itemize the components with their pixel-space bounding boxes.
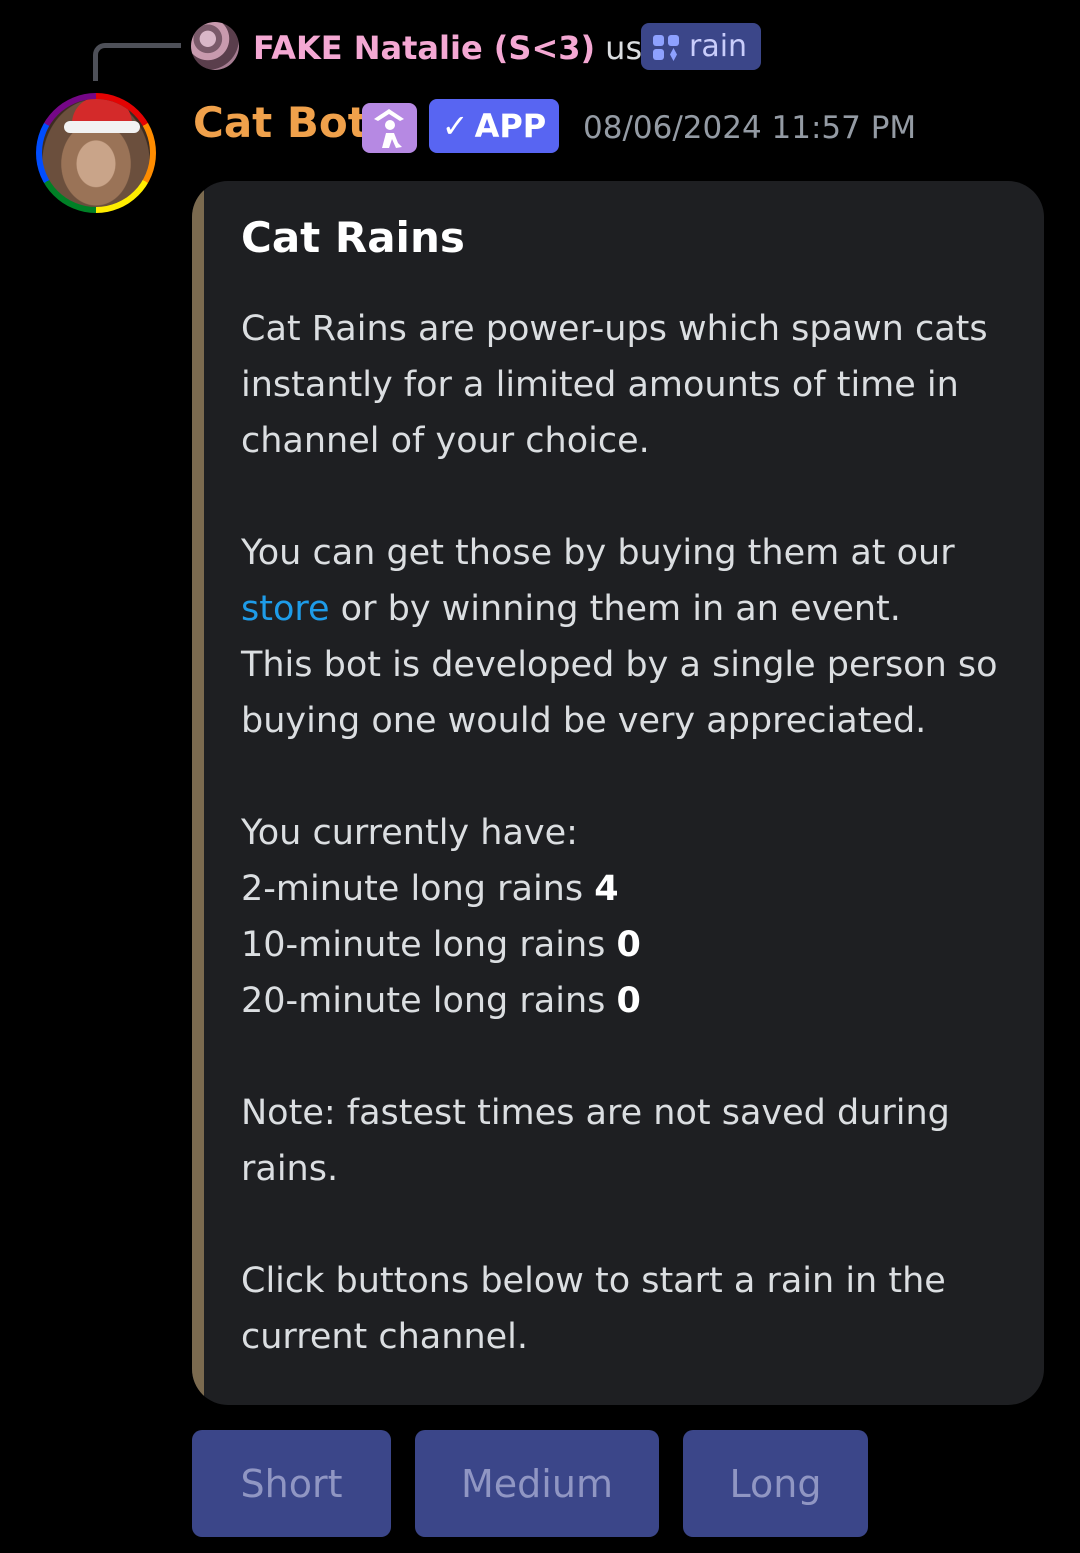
role-figure-icon <box>374 109 404 148</box>
reply-user-avatar[interactable] <box>191 22 239 70</box>
santa-hat-brim <box>64 121 140 133</box>
bot-avatar[interactable] <box>36 93 156 213</box>
bot-username[interactable]: Cat Bot <box>193 98 368 147</box>
medium-rain-button[interactable]: Medium <box>415 1430 659 1537</box>
rain-count-row: 20-minute long rains 0 <box>241 973 1001 1029</box>
rain-count-row: 10-minute long rains 0 <box>241 917 1001 973</box>
store-link[interactable]: store <box>241 589 330 629</box>
rain-count: 0 <box>616 925 641 965</box>
embed-title: Cat Rains <box>241 213 465 262</box>
long-rain-button[interactable]: Long <box>683 1430 868 1537</box>
rain-label: 20-minute long rains <box>241 981 606 1021</box>
message-timestamp: 08/06/2024 11:57 PM <box>583 110 917 146</box>
reply-username[interactable]: FAKE Natalie (S<3) <box>253 29 595 67</box>
cat-avatar-image <box>42 99 150 207</box>
embed-have-heading: You currently have: <box>241 813 578 853</box>
command-name: rain <box>689 29 748 64</box>
embed-accent-bar <box>192 181 204 1405</box>
verified-check-icon: ✓ <box>441 107 469 145</box>
embed-card: Cat Rains Cat Rains are power-ups which … <box>192 181 1044 1405</box>
rain-count: 4 <box>594 869 619 909</box>
embed-description: Cat Rains are power-ups which spawn cats… <box>241 301 1001 1365</box>
app-badge: ✓ APP <box>429 99 559 153</box>
buy-prefix: You can get those by buying them at our <box>241 533 955 573</box>
reply-connector <box>93 43 181 81</box>
embed-support: This bot is developed by a single person… <box>241 645 998 741</box>
embed-note: Note: fastest times are not saved during… <box>241 1093 950 1189</box>
rain-count-row: 2-minute long rains 4 <box>241 861 1001 917</box>
app-badge-label: APP <box>474 107 547 145</box>
rain-label: 10-minute long rains <box>241 925 606 965</box>
rain-count: 0 <box>616 981 641 1021</box>
embed-intro: Cat Rains are power-ups which spawn cats… <box>241 309 988 461</box>
slash-command-icon <box>653 34 679 61</box>
rain-label: 2-minute long rains <box>241 869 584 909</box>
reply-header: FAKE Natalie (S<3) used <box>253 26 682 70</box>
role-icon <box>362 103 417 153</box>
embed-instructions: Click buttons below to start a rain in t… <box>241 1261 946 1357</box>
embed-buy-paragraph: You can get those by buying them at our … <box>241 525 1001 637</box>
short-rain-button[interactable]: Short <box>192 1430 391 1537</box>
slash-command-pill[interactable]: rain <box>641 23 761 70</box>
buy-suffix: or by winning them in an event. <box>340 589 901 629</box>
